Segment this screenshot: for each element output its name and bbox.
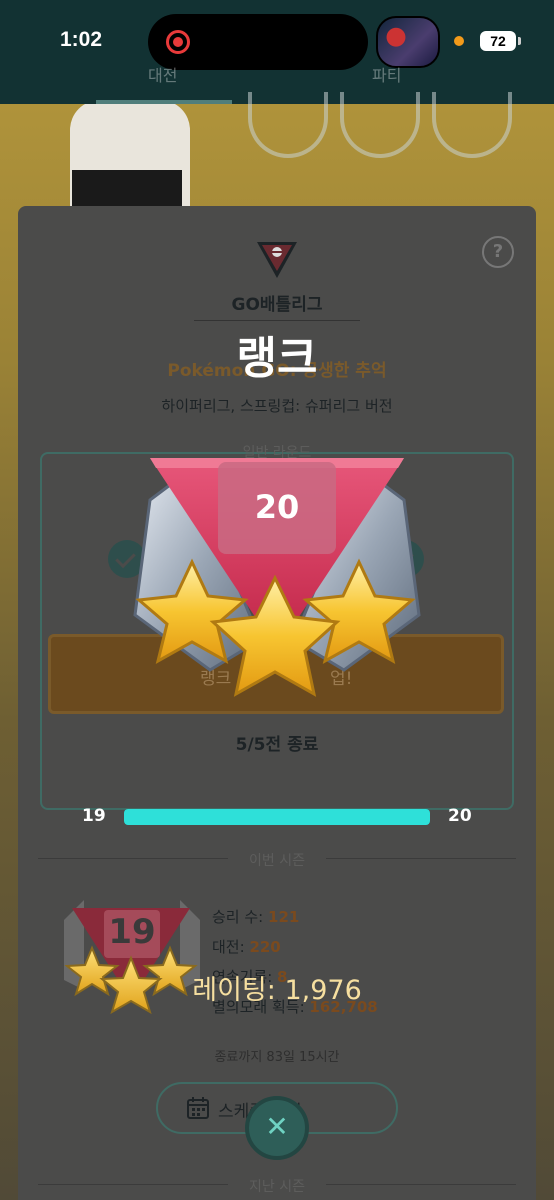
divider bbox=[326, 1184, 516, 1185]
round-label: 일반 라운드 bbox=[242, 445, 312, 461]
title-divider bbox=[194, 320, 360, 321]
season-subtitle: 하이퍼리그, 스프링컵: 슈퍼리그 버전 bbox=[161, 397, 393, 415]
divider bbox=[326, 858, 516, 859]
tab-party[interactable]: 파티 bbox=[372, 62, 401, 86]
rank-up-suffix: 업! bbox=[330, 669, 353, 689]
progress-to-rank: 20 bbox=[448, 806, 472, 826]
rank-up-label: 랭크 bbox=[200, 669, 232, 689]
battle-check-icon bbox=[108, 540, 146, 578]
rank-up-button[interactable] bbox=[48, 634, 504, 714]
stat-value: 121 bbox=[268, 908, 300, 926]
divider bbox=[38, 1184, 228, 1185]
season-remaining: 종료까지 83일 15시간 bbox=[214, 1050, 340, 1065]
rank-progress-fill bbox=[124, 809, 430, 825]
battles-completed: 5/5전 종료 bbox=[235, 735, 319, 755]
help-icon[interactable]: ? bbox=[482, 236, 514, 268]
battle-check-icon bbox=[386, 540, 424, 578]
rank-heading: 랭크 bbox=[236, 333, 318, 384]
mic-indicator-icon bbox=[454, 36, 464, 46]
close-icon: ✕ bbox=[265, 1110, 289, 1143]
progress-from-rank: 19 bbox=[82, 806, 106, 826]
rank-progress-bar bbox=[124, 809, 430, 825]
battery-icon: 72 bbox=[480, 31, 521, 51]
status-time: 1:02 bbox=[60, 28, 103, 51]
stat-label: 대전: bbox=[212, 938, 245, 956]
past-season-label: 지난 시즌 bbox=[249, 1179, 305, 1195]
live-activity-thumbnail bbox=[376, 16, 440, 68]
small-rank-number: 19 bbox=[108, 912, 156, 952]
stat-label: 승리 수: bbox=[212, 908, 264, 926]
calendar-icon bbox=[187, 1097, 209, 1119]
tab-battle[interactable]: 대전 bbox=[148, 62, 177, 86]
go-battle-league-logo-icon bbox=[257, 242, 297, 278]
stat-battles: 대전: 220 bbox=[212, 936, 281, 957]
rating-label: 레이팅: 1,976 bbox=[192, 975, 362, 1006]
league-title: GO배틀리그 bbox=[231, 295, 323, 315]
stat-value: 220 bbox=[249, 938, 281, 956]
close-button[interactable]: ✕ bbox=[245, 1096, 309, 1160]
rank-number: 20 bbox=[254, 488, 300, 526]
tab-indicator bbox=[96, 100, 232, 104]
divider bbox=[38, 858, 228, 859]
record-icon bbox=[166, 30, 190, 54]
stat-wins: 승리 수: 121 bbox=[212, 906, 299, 927]
this-season-label: 이번 시즌 bbox=[249, 853, 305, 869]
